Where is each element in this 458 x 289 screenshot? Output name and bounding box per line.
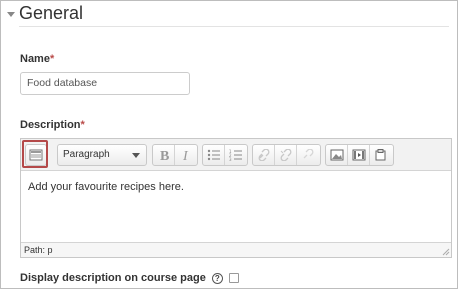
insert-group xyxy=(325,144,394,166)
unordered-list-icon[interactable] xyxy=(203,145,225,165)
required-mark: * xyxy=(49,53,55,65)
italic-icon[interactable]: I xyxy=(175,145,197,165)
editor-statusbar: Path: p xyxy=(21,242,451,257)
svg-text:B: B xyxy=(160,149,169,162)
anchor-icon[interactable] xyxy=(297,145,319,165)
unlink-icon[interactable] xyxy=(275,145,297,165)
link-icon[interactable] xyxy=(253,145,275,165)
text-style-group: B I xyxy=(152,144,198,166)
chevron-down-icon xyxy=(132,153,140,158)
svg-text:I: I xyxy=(182,149,189,162)
list-group: 123 xyxy=(202,144,248,166)
display-description-row: Display description on course page ? xyxy=(20,272,239,284)
svg-text:3: 3 xyxy=(229,157,232,161)
help-icon[interactable]: ? xyxy=(211,272,223,284)
description-label: Description* xyxy=(20,119,85,131)
description-editor: Paragraph B I 123 Add your favourite rec… xyxy=(20,138,452,258)
image-icon[interactable] xyxy=(326,145,348,165)
display-description-checkbox[interactable] xyxy=(228,273,239,283)
section-header-general[interactable]: General xyxy=(7,2,83,24)
section-divider xyxy=(19,26,449,27)
toolbar-toggle-highlight xyxy=(22,140,48,168)
resize-grip-icon[interactable] xyxy=(441,247,450,256)
paragraph-format-select[interactable]: Paragraph xyxy=(57,144,147,166)
ordered-list-icon[interactable]: 123 xyxy=(225,145,247,165)
element-path: Path: p xyxy=(24,245,53,255)
paste-icon[interactable] xyxy=(370,145,392,165)
display-description-label: Display description on course page xyxy=(20,272,206,284)
bold-icon[interactable]: B xyxy=(153,145,175,165)
editor-content[interactable]: Add your favourite recipes here. xyxy=(28,181,184,193)
link-group xyxy=(252,144,321,166)
required-mark: * xyxy=(80,119,85,131)
section-title: General xyxy=(19,2,84,23)
collapse-caret-icon[interactable] xyxy=(7,11,15,17)
media-icon[interactable] xyxy=(348,145,370,165)
name-label: Name* xyxy=(20,53,55,65)
name-input[interactable]: Food database xyxy=(20,72,190,95)
form-frame: General Name* Food database Description*… xyxy=(0,0,458,289)
editor-toolbar: Paragraph B I 123 xyxy=(21,139,451,171)
